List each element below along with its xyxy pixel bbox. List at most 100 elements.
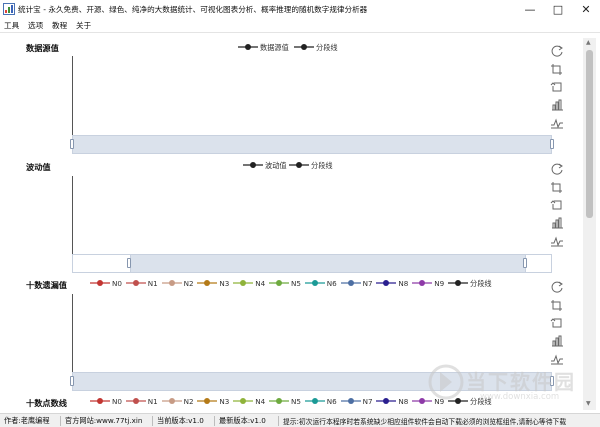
line-chart-icon[interactable] [550, 116, 564, 130]
legend-label: N9 [434, 279, 445, 288]
scroll-thumb[interactable] [586, 50, 593, 218]
status-website[interactable]: 官方网站:www.77tj.xin [65, 416, 142, 426]
watermark-url: www.downxia.com [480, 392, 560, 402]
zoom-handle-right[interactable] [550, 139, 554, 149]
zoom-icon[interactable] [550, 180, 564, 194]
window-title: 统计宝 - 永久免费、开源、绿色、纯净的大数据统计、可视化图表分析、概率推理的随… [18, 5, 368, 14]
menu-options[interactable]: 选项 [28, 20, 43, 31]
legend-source: 数据源值 分段线 [238, 42, 348, 52]
legend-label: N2 [183, 397, 194, 406]
panel-title-missing: 十数遗漏值 [26, 280, 67, 290]
legend-label: N4 [255, 279, 266, 288]
chart-y-axis [72, 56, 73, 140]
status-latest-version: 最新版本:v1.0 [219, 416, 266, 425]
zoom-icon[interactable] [550, 62, 564, 76]
title-bar: 统计宝 - 永久免费、开源、绿色、纯净的大数据统计、可视化图表分析、概率推理的随… [0, 0, 600, 18]
restore-icon[interactable] [550, 280, 564, 294]
legend-label: N7 [362, 397, 373, 406]
zoom-window[interactable] [130, 254, 526, 273]
legend-label: 分段线 [311, 161, 333, 170]
panel-title-points: 十数点数线 [26, 398, 67, 408]
minimize-button[interactable]: — [516, 1, 544, 17]
legend-label: N2 [183, 279, 194, 288]
legend-label: N3 [219, 397, 230, 406]
maximize-button[interactable]: □ [544, 1, 572, 17]
legend-label: 分段线 [316, 43, 338, 52]
zoom-slider-wave[interactable] [72, 254, 552, 273]
zoom-back-icon[interactable] [550, 80, 564, 94]
legend-line-icon [340, 280, 361, 286]
legend-label: N1 [147, 397, 158, 406]
watermark-name: 当下软件园 [466, 370, 576, 394]
menu-about[interactable]: 关于 [76, 20, 91, 31]
status-divider [152, 416, 153, 426]
legend-line-icon [90, 398, 110, 404]
zoom-handle-right[interactable] [523, 258, 527, 268]
legend-label: N7 [362, 279, 373, 288]
legend-line-icon [233, 280, 254, 286]
panel-title-wave: 波动值 [26, 162, 51, 172]
legend-line-icon [289, 162, 309, 168]
watermark: 当下软件园 www.downxia.com [428, 360, 588, 410]
scroll-up-icon[interactable]: ▲ [586, 39, 591, 46]
zoom-handle-left[interactable] [127, 258, 131, 268]
legend-label: 分段线 [470, 279, 492, 288]
legend-line-icon [376, 280, 397, 286]
legend-label: N0 [112, 397, 122, 406]
legend-line-icon [161, 280, 182, 286]
restore-icon[interactable] [550, 162, 564, 176]
status-divider [214, 416, 215, 426]
legend-label: N0 [112, 279, 122, 288]
restore-icon[interactable] [550, 44, 564, 58]
legend-line-icon [294, 44, 314, 50]
status-author: 作者:老鹰编程 [4, 416, 50, 425]
status-divider [278, 416, 279, 426]
legend-line-icon [340, 398, 361, 404]
legend-label: 数据源值 [260, 43, 289, 52]
legend-line-icon [412, 280, 433, 286]
status-tip: 提示:初次运行本程序时若系统缺少相应组件软件会自动下载必须的浏览框组件,请耐心等… [283, 418, 567, 426]
bar-chart-icon[interactable] [550, 334, 564, 348]
legend-line-icon [197, 280, 218, 286]
zoom-icon[interactable] [550, 298, 564, 312]
legend-line-icon [238, 44, 258, 50]
legend-label: N8 [398, 279, 409, 288]
legend-missing: N0 N1 N2 N3 N4 N5 N6 N7 N8 N9 分段线 [90, 278, 510, 288]
legend-line-icon [304, 398, 325, 404]
zoom-slider-source[interactable] [70, 135, 554, 154]
vertical-scrollbar[interactable]: ▲ ▼ [583, 38, 596, 410]
legend-label: N5 [291, 279, 301, 288]
close-button[interactable]: ✕ [572, 1, 600, 17]
zoom-handle-left[interactable] [70, 139, 74, 149]
zoom-back-icon[interactable] [550, 198, 564, 212]
watermark-logo-icon [428, 364, 464, 400]
legend-line-icon [90, 280, 110, 286]
menu-tutorial[interactable]: 教程 [52, 20, 67, 31]
legend-line-icon [161, 398, 182, 404]
legend-label: N3 [219, 279, 230, 288]
line-chart-icon[interactable] [550, 234, 564, 248]
status-bar: 作者:老鹰编程 官方网站:www.77tj.xin 当前版本:v1.0 最新版本… [0, 413, 600, 427]
legend-wave: 波动值 分段线 [243, 160, 353, 170]
legend-label: N1 [147, 279, 158, 288]
legend-label: N6 [326, 279, 337, 288]
status-current-version: 当前版本:v1.0 [157, 416, 204, 425]
legend-line-icon [304, 280, 325, 286]
legend-label: N4 [255, 397, 266, 406]
legend-label: N5 [291, 397, 301, 406]
bar-chart-icon[interactable] [550, 216, 564, 230]
legend-line-icon [233, 398, 254, 404]
legend-line-icon [125, 398, 146, 404]
zoom-back-icon[interactable] [550, 316, 564, 330]
menu-bar: 工具 选项 教程 关于 [0, 18, 600, 33]
legend-label: 波动值 [265, 161, 287, 170]
legend-label: N6 [326, 397, 337, 406]
legend-line-icon [197, 398, 218, 404]
bar-chart-icon[interactable] [550, 98, 564, 112]
app-logo-icon [3, 3, 15, 15]
panel-title-source: 数据源值 [26, 43, 59, 53]
zoom-handle-left[interactable] [70, 376, 74, 386]
menu-tools[interactable]: 工具 [4, 20, 19, 31]
status-divider [60, 416, 61, 426]
legend-line-icon [269, 280, 289, 286]
